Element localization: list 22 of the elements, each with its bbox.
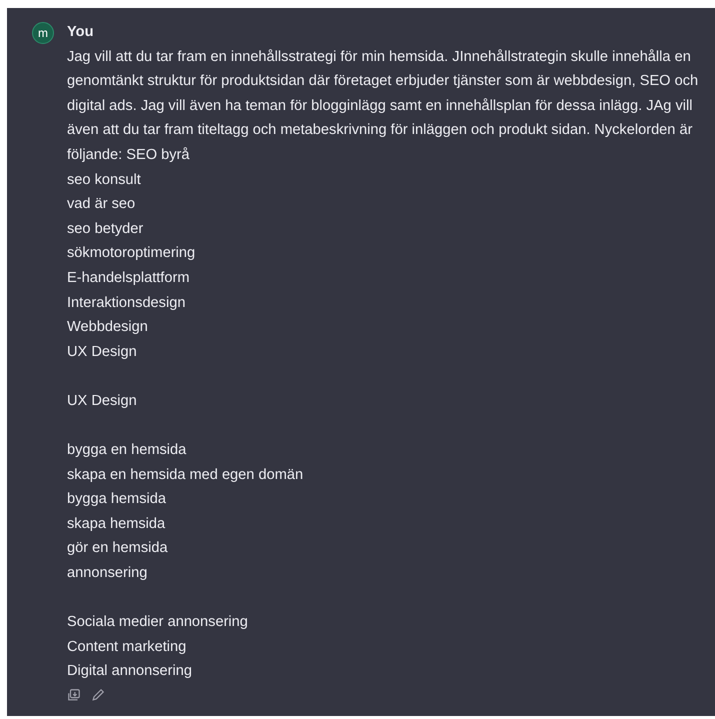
- message-line: Digital annonsering: [67, 662, 193, 682]
- message-line: seo konsult: [67, 170, 142, 190]
- message-line: gör en hemsida: [67, 539, 169, 558]
- message-line: Webbdesign: [67, 318, 149, 338]
- message-line: UX Design: [67, 392, 138, 411]
- message-line: Content marketing: [67, 638, 188, 657]
- message-line: vad är seo: [67, 195, 136, 214]
- message-line: skapa en hemsida med egen domän: [67, 466, 304, 485]
- author-name: You: [67, 23, 94, 42]
- message-line: sökmotoroptimering: [67, 244, 196, 264]
- message-line: UX Design: [67, 342, 138, 362]
- message-line: Interaktionsdesign: [67, 294, 186, 313]
- message-line: Sociala medier annonsering: [67, 613, 249, 632]
- message-line: bygga hemsida: [67, 490, 167, 510]
- message-line: annonsering: [67, 564, 148, 584]
- message-line: skapa hemsida: [67, 514, 166, 534]
- pencil-icon[interactable]: [91, 688, 105, 702]
- copy-icon[interactable]: [67, 688, 81, 702]
- user-avatar: m: [32, 22, 54, 44]
- message-line: seo betyder: [67, 220, 144, 239]
- message-line: E-handelsplattform: [67, 268, 190, 288]
- message-line: bygga en hemsida: [67, 441, 188, 460]
